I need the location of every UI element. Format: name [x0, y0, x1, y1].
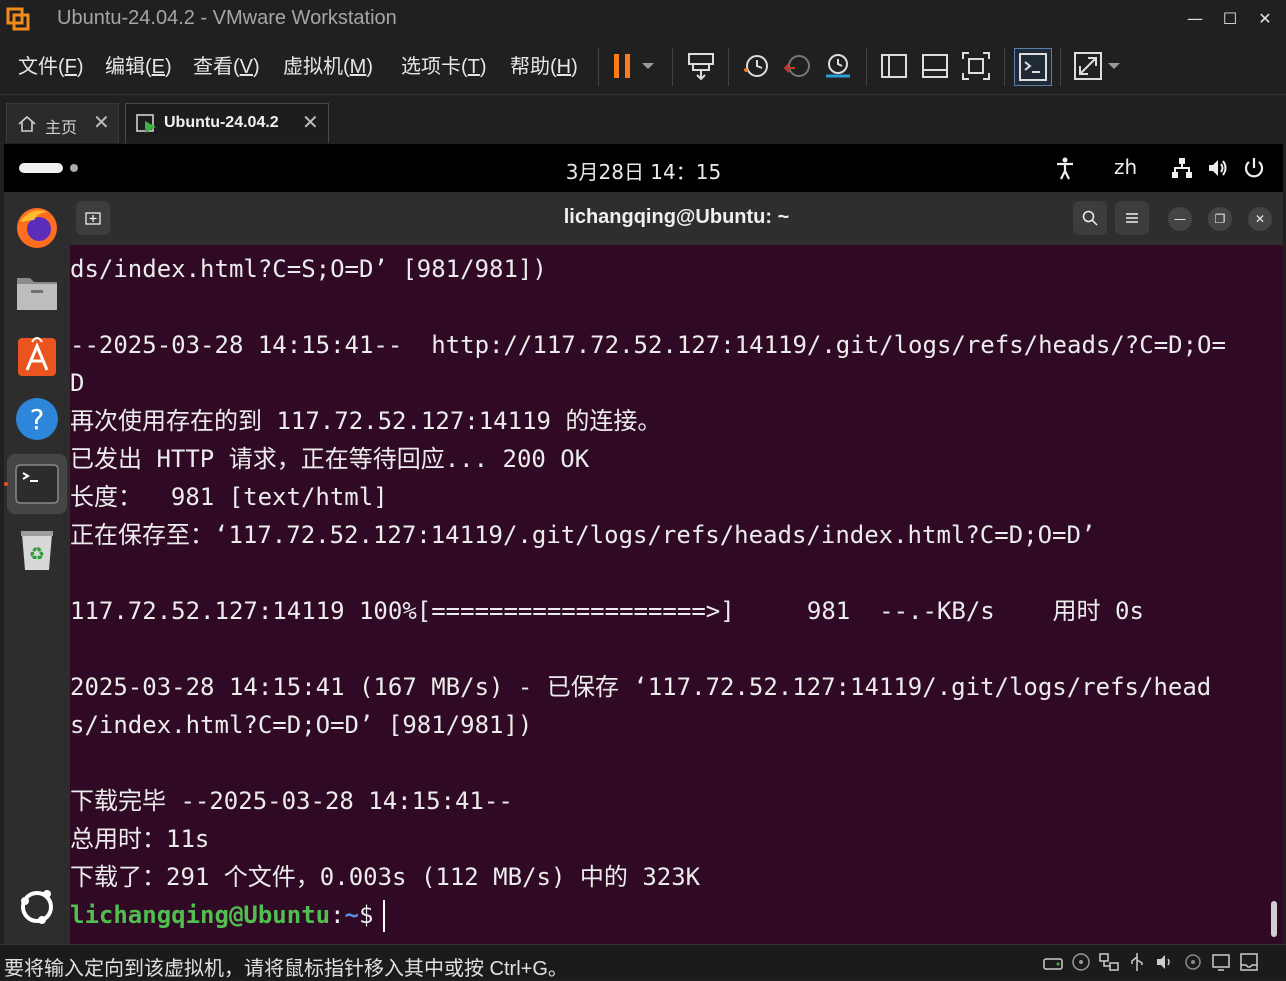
- thumbnail-bar-icon[interactable]: [917, 48, 953, 84]
- stretch-dropdown-icon[interactable]: [1104, 48, 1124, 84]
- terminal-prompt[interactable]: lichangqing@Ubuntu:~$: [70, 896, 386, 934]
- minimize-button[interactable]: —: [1177, 6, 1213, 32]
- menu-tabs[interactable]: 选项卡(T): [401, 50, 487, 79]
- network-adapter-icon[interactable]: [1098, 951, 1120, 973]
- pause-icon[interactable]: [606, 48, 642, 84]
- prompt-path: ~: [344, 901, 359, 929]
- terminal-line: 117.72.52.127:14119 100%[===============…: [70, 597, 1144, 625]
- input-language[interactable]: zh: [1114, 155, 1137, 179]
- clock[interactable]: 3月28日 14：15: [4, 156, 1283, 185]
- search-button[interactable]: [1073, 201, 1107, 235]
- trash-icon[interactable]: ♻: [12, 524, 62, 574]
- cd-dvd-icon[interactable]: [1070, 951, 1092, 973]
- menu-toolbar: 文件(F) 编辑(E) 查看(V) 虚拟机(M) 选项卡(T) 帮助(H): [0, 38, 1286, 94]
- prompt-separator: :: [330, 901, 345, 929]
- terminal-line: s/index.html?C=D;O=D’ [981/981]): [70, 711, 533, 739]
- toolbar-separator: [728, 48, 729, 86]
- snapshot-manager-icon[interactable]: [820, 48, 856, 84]
- terminal-line: 下载了：291 个文件，0.003s (112 MB/s) 中的 323K: [70, 863, 701, 891]
- pause-dropdown-icon[interactable]: [638, 48, 658, 84]
- close-tab-icon[interactable]: ✕: [302, 110, 319, 134]
- terminal-line: 2025-03-28 14:15:41 (167 MB/s) - 已保存 ‘11…: [70, 673, 1212, 701]
- usb-icon[interactable]: [1126, 951, 1148, 973]
- hamburger-icon: [1126, 213, 1138, 223]
- maximize-button[interactable]: ☐: [1212, 6, 1248, 32]
- toolbar-separator: [866, 48, 867, 86]
- terminal-close-button[interactable]: ✕: [1248, 207, 1272, 231]
- terminal-maximize-button[interactable]: ❐: [1208, 207, 1232, 231]
- tab-bar: 主页 ✕ Ubuntu-24.04.2 ✕: [0, 94, 1286, 145]
- prompt-user: lichangqing@Ubuntu: [70, 901, 331, 929]
- svg-text:♻: ♻: [29, 544, 45, 565]
- terminal-line: 已发出 HTTP 请求，正在等待回应... 200 OK: [70, 445, 590, 473]
- window-title: Ubuntu-24.04.2 - VMware Workstation: [57, 7, 397, 29]
- hard-disk-icon[interactable]: [1042, 951, 1064, 973]
- toolbar-separator: [1060, 48, 1061, 86]
- tab-ubuntu[interactable]: Ubuntu-24.04.2 ✕: [125, 103, 329, 143]
- menu-button[interactable]: [1115, 201, 1149, 235]
- terminal-line: 长度： 981 [text/html]: [70, 483, 388, 511]
- display-icon[interactable]: [1210, 951, 1232, 973]
- revert-snapshot-icon[interactable]: [779, 48, 815, 84]
- firefox-icon[interactable]: [12, 202, 62, 252]
- svg-text:?: ?: [30, 403, 45, 436]
- tab-home-label: 主页: [45, 120, 78, 137]
- stretch-guest-icon[interactable]: [1070, 48, 1106, 84]
- tab-home[interactable]: 主页 ✕: [6, 103, 119, 143]
- prompt-symbol: $: [359, 901, 374, 929]
- close-window-button[interactable]: ✕: [1247, 6, 1283, 32]
- printer-icon[interactable]: [1182, 951, 1204, 973]
- ubuntu-dock: ? ♻: [4, 192, 70, 944]
- files-icon[interactable]: [12, 266, 62, 316]
- menu-view[interactable]: 查看(V): [193, 50, 260, 79]
- terminal-output[interactable]: ds/index.html?C=S;O=D’ [981/981]) --2025…: [70, 245, 1283, 944]
- menu-edit[interactable]: 编辑(E): [105, 50, 172, 79]
- send-ctrl-alt-del-icon[interactable]: [683, 48, 719, 84]
- running-indicator: [4, 482, 8, 486]
- terminal-line: 正在保存至：‘117.72.52.127:14119/.git/logs/ref…: [70, 521, 1096, 549]
- home-icon: [18, 115, 36, 132]
- show-library-icon[interactable]: [876, 48, 912, 84]
- terminal-scrollbar[interactable]: [1271, 901, 1277, 937]
- terminal-line: 总用时：11s: [70, 825, 210, 853]
- terminal-line: D: [70, 369, 85, 397]
- app-center-icon[interactable]: [12, 330, 62, 380]
- gnome-top-bar: 3月28日 14：15 zh: [4, 144, 1283, 192]
- text-cursor: [383, 900, 386, 932]
- terminal-line: 再次使用存在的到 117.72.52.127:14119 的连接。: [70, 407, 662, 435]
- terminal-icon[interactable]: [12, 459, 62, 509]
- toolbar-separator: [672, 48, 673, 86]
- menu-file[interactable]: 文件(F): [18, 50, 84, 79]
- menu-vm[interactable]: 虚拟机(M): [283, 50, 373, 79]
- full-screen-icon[interactable]: [958, 48, 994, 84]
- network-wired-icon[interactable]: [1170, 156, 1194, 180]
- snapshot-icon[interactable]: [738, 48, 774, 84]
- message-log-icon[interactable]: [1238, 951, 1260, 973]
- status-bar: 要将输入定向到该虚拟机，请将鼠标指针移入其中或按 Ctrl+G。: [0, 944, 1286, 980]
- show-apps-icon[interactable]: [12, 882, 62, 932]
- search-icon: [1082, 210, 1098, 226]
- power-icon[interactable]: [1242, 156, 1266, 180]
- terminal-headerbar: lichangqing@Ubuntu: ~ — ❐ ✕: [70, 192, 1283, 245]
- toolbar-separator: [1004, 48, 1005, 86]
- terminal-line: ds/index.html?C=S;O=D’ [981/981]): [70, 255, 547, 283]
- status-message: 要将输入定向到该虚拟机，请将鼠标指针移入其中或按 Ctrl+G。: [4, 958, 568, 980]
- sound-card-icon[interactable]: [1154, 951, 1176, 973]
- vmware-logo-icon: [6, 7, 30, 31]
- terminal-minimize-button[interactable]: —: [1168, 207, 1192, 231]
- toolbar-separator: [598, 48, 599, 86]
- help-icon[interactable]: ?: [12, 394, 62, 444]
- close-tab-icon[interactable]: ✕: [93, 110, 110, 134]
- console-view-icon[interactable]: [1014, 48, 1052, 86]
- volume-icon[interactable]: [1206, 156, 1230, 180]
- tab-ubuntu-label: Ubuntu-24.04.2: [164, 114, 279, 131]
- vm-running-icon: [136, 114, 156, 133]
- terminal-line: --2025-03-28 14:15:41-- http://117.72.52…: [70, 331, 1226, 359]
- accessibility-icon[interactable]: [1054, 156, 1076, 180]
- window-titlebar: Ubuntu-24.04.2 - VMware Workstation — ☐ …: [0, 0, 1286, 38]
- menu-help[interactable]: 帮助(H): [510, 50, 578, 79]
- terminal-line: 下载完毕 --2025-03-28 14:15:41--: [70, 787, 513, 815]
